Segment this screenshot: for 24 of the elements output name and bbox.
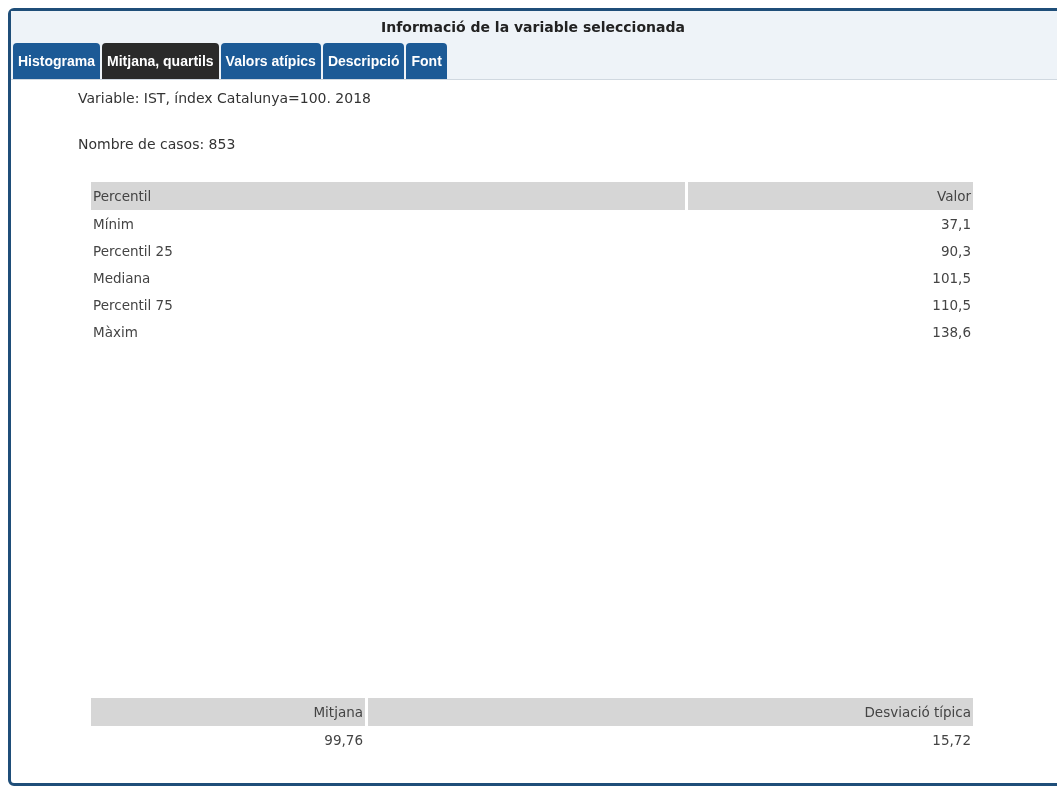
table-cell-text: 138,6 [931, 322, 972, 342]
column-header: Valor [688, 182, 973, 210]
tab[interactable]: Histograma [13, 43, 101, 79]
tab[interactable]: Font [406, 43, 447, 79]
table-cell-text: 99,76 [323, 730, 364, 750]
table-cell-text: 37,1 [939, 214, 972, 234]
table-cell-text: 15,72 [931, 730, 972, 750]
tab[interactable]: Valors atípics [220, 43, 321, 79]
column-header: Desviació típica [368, 698, 973, 726]
table-cell-text: 90,3 [939, 241, 972, 261]
table-cell-text: 110,5 [931, 295, 972, 315]
table-cell-text: Màxim [92, 322, 139, 342]
table-cell-text: Percentil 75 [92, 295, 174, 315]
table-cell-text: Percentil 25 [92, 241, 174, 261]
case-count: Nombre de casos: 853 [78, 136, 236, 152]
tab[interactable]: Mitjana, quartils [102, 43, 219, 79]
table-cell-text: Mediana [92, 268, 152, 288]
table-cell-text: Mínim [92, 214, 135, 234]
table-cell-text: 101,5 [931, 268, 972, 288]
tab[interactable]: Descripció [322, 43, 405, 79]
column-header: Mitjana [91, 698, 365, 726]
window-title: Informació de la variable seleccionada [381, 19, 685, 35]
variable-label: Variable: IST, índex Catalunya=100. 2018 [78, 90, 371, 106]
column-header: Percentil [91, 182, 685, 210]
